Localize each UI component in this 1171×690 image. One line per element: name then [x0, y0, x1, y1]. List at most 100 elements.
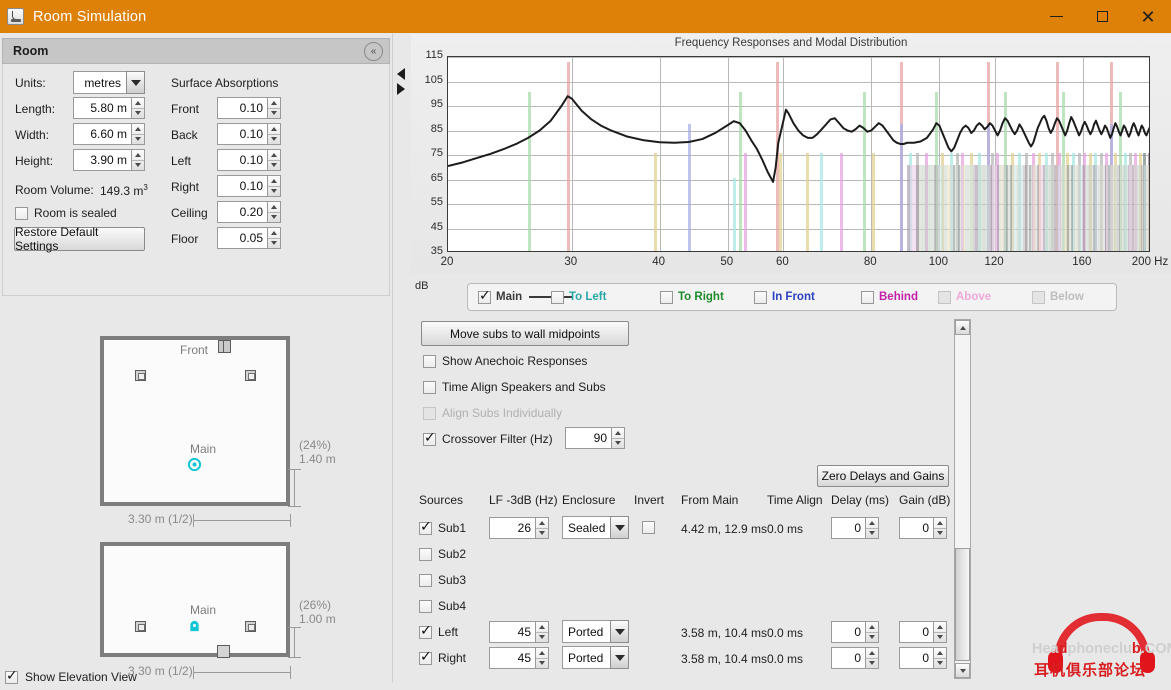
checkbox-box[interactable]: [5, 671, 18, 684]
stepper-down-icon[interactable]: [132, 161, 144, 171]
minimize-button[interactable]: [1033, 0, 1079, 33]
controls-scrollbar[interactable]: [954, 319, 971, 679]
absorption-stepper-ceiling[interactable]: [267, 201, 281, 223]
stepper-down-icon[interactable]: [268, 109, 280, 119]
stepper-down-icon[interactable]: [866, 529, 878, 539]
stepper-down-icon[interactable]: [536, 659, 548, 669]
splitter-collapse-arrows[interactable]: [395, 62, 406, 100]
stepper-down-icon[interactable]: [268, 187, 280, 197]
stepper-up-icon[interactable]: [268, 98, 280, 109]
lf-spinner-right[interactable]: 45: [489, 647, 549, 669]
absorption-stepper-right[interactable]: [267, 175, 281, 197]
scrollbar-thumb[interactable]: [955, 548, 970, 661]
absorption-spinner-ceiling[interactable]: 0.20: [217, 201, 281, 223]
delay-spinner-sub1-stepper[interactable]: [865, 517, 879, 539]
elevation-left-speaker-icon[interactable]: [135, 621, 146, 632]
source-checkbox-sub2[interactable]: Sub2: [419, 547, 466, 561]
stepper-down-icon[interactable]: [268, 239, 280, 249]
stepper-down-icon[interactable]: [866, 659, 878, 669]
stepper-up-icon[interactable]: [866, 622, 878, 633]
stepper-up-icon[interactable]: [536, 518, 548, 529]
checkbox-box[interactable]: [861, 291, 874, 304]
source-checkbox-sub4[interactable]: Sub4: [419, 599, 466, 613]
restore-default-settings-button[interactable]: Restore Default Settings: [14, 227, 145, 251]
gain-spinner-left-stepper[interactable]: [933, 621, 947, 643]
absorption-stepper-back[interactable]: [267, 123, 281, 145]
maximize-button[interactable]: [1079, 0, 1125, 33]
stepper-down-icon[interactable]: [132, 135, 144, 145]
checkbox-box[interactable]: [551, 291, 564, 304]
stepper-up-icon[interactable]: [934, 622, 946, 633]
legend-item-to-left[interactable]: To Left: [551, 291, 606, 304]
chevron-double-up-icon[interactable]: «: [364, 42, 383, 61]
crossover-stepper[interactable]: [611, 427, 625, 449]
legend-item-behind[interactable]: Behind: [861, 291, 918, 304]
lf-spinner-left[interactable]: 45: [489, 621, 549, 643]
time-align-speakers-and-subs-checkbox[interactable]: Time Align Speakers and Subs: [423, 380, 606, 394]
legend-item-in-front[interactable]: In Front: [754, 291, 815, 304]
stepper-up-icon[interactable]: [268, 150, 280, 161]
stepper-down-icon[interactable]: [268, 161, 280, 171]
chevron-down-icon[interactable]: [610, 646, 629, 669]
stepper-up-icon[interactable]: [934, 648, 946, 659]
plan-view-diagram[interactable]: Front Main (24%) 1.40 m 3.30 m (1/2): [0, 300, 392, 530]
absorption-spinner-front[interactable]: 0.10: [217, 97, 281, 119]
zero-delays-and-gains-button[interactable]: Zero Delays and Gains: [817, 465, 949, 487]
panel-splitter[interactable]: [392, 33, 409, 683]
absorption-spinner-floor[interactable]: 0.05: [217, 227, 281, 249]
stepper-down-icon[interactable]: [536, 633, 548, 643]
scrollbar-down-button[interactable]: [955, 663, 970, 678]
elevation-view-diagram[interactable]: Main (26%) 1.00 m 3.30 m (1/2): [0, 530, 392, 690]
stepper-down-icon[interactable]: [268, 135, 280, 145]
source-checkbox-sub3[interactable]: Sub3: [419, 573, 466, 587]
source-checkbox-right[interactable]: Right: [419, 651, 466, 665]
delay-spinner-right[interactable]: 0: [831, 647, 879, 669]
checkbox-box[interactable]: [423, 433, 436, 446]
height-stepper[interactable]: [131, 149, 145, 171]
frequency-response-plot[interactable]: [447, 56, 1150, 252]
lf-spinner-sub1-stepper[interactable]: [535, 517, 549, 539]
absorption-spinner-right[interactable]: 0.10: [217, 175, 281, 197]
show-anechoic-responses-checkbox[interactable]: Show Anechoic Responses: [423, 354, 587, 368]
room-is-sealed-checkbox[interactable]: Room is sealed: [15, 206, 117, 220]
crossover-filter-checkbox[interactable]: Crossover Filter (Hz): [423, 432, 553, 446]
stepper-up-icon[interactable]: [934, 518, 946, 529]
checkbox-box[interactable]: [15, 207, 28, 220]
stepper-up-icon[interactable]: [268, 176, 280, 187]
enclosure-combo-sub1[interactable]: Sealed: [562, 516, 629, 539]
delay-spinner-right-stepper[interactable]: [865, 647, 879, 669]
stepper-up-icon[interactable]: [132, 150, 144, 161]
width-spinner[interactable]: 6.60 m: [73, 123, 145, 145]
delay-spinner-left[interactable]: 0: [831, 621, 879, 643]
checkbox-box[interactable]: [419, 652, 432, 665]
stepper-down-icon[interactable]: [866, 633, 878, 643]
lf-spinner-right-stepper[interactable]: [535, 647, 549, 669]
legend-item-to-right[interactable]: To Right: [660, 291, 724, 304]
source-checkbox-sub1[interactable]: Sub1: [419, 521, 466, 535]
length-stepper[interactable]: [131, 97, 145, 119]
units-combo[interactable]: metres: [73, 71, 145, 94]
elevation-right-speaker-icon[interactable]: [245, 621, 256, 632]
triangle-right-icon[interactable]: [397, 83, 405, 95]
stepper-down-icon[interactable]: [934, 633, 946, 643]
absorption-spinner-back[interactable]: 0.10: [217, 123, 281, 145]
gain-spinner-sub1[interactable]: 0: [899, 517, 947, 539]
width-stepper[interactable]: [131, 123, 145, 145]
triangle-left-icon[interactable]: [397, 68, 405, 80]
chevron-down-icon[interactable]: [126, 71, 145, 94]
stepper-down-icon[interactable]: [536, 529, 548, 539]
stepper-up-icon[interactable]: [268, 124, 280, 135]
stepper-up-icon[interactable]: [268, 228, 280, 239]
gain-spinner-right[interactable]: 0: [899, 647, 947, 669]
delay-spinner-left-stepper[interactable]: [865, 621, 879, 643]
stepper-down-icon[interactable]: [132, 109, 144, 119]
gain-spinner-left[interactable]: 0: [899, 621, 947, 643]
gain-spinner-sub1-stepper[interactable]: [933, 517, 947, 539]
plan-right-speaker-icon[interactable]: [245, 370, 256, 381]
stepper-up-icon[interactable]: [612, 428, 624, 439]
plan-listener-icon[interactable]: [188, 458, 201, 471]
chevron-down-icon[interactable]: [610, 620, 629, 643]
lf-spinner-left-stepper[interactable]: [535, 621, 549, 643]
stepper-down-icon[interactable]: [934, 659, 946, 669]
checkbox-box[interactable]: [419, 600, 432, 613]
